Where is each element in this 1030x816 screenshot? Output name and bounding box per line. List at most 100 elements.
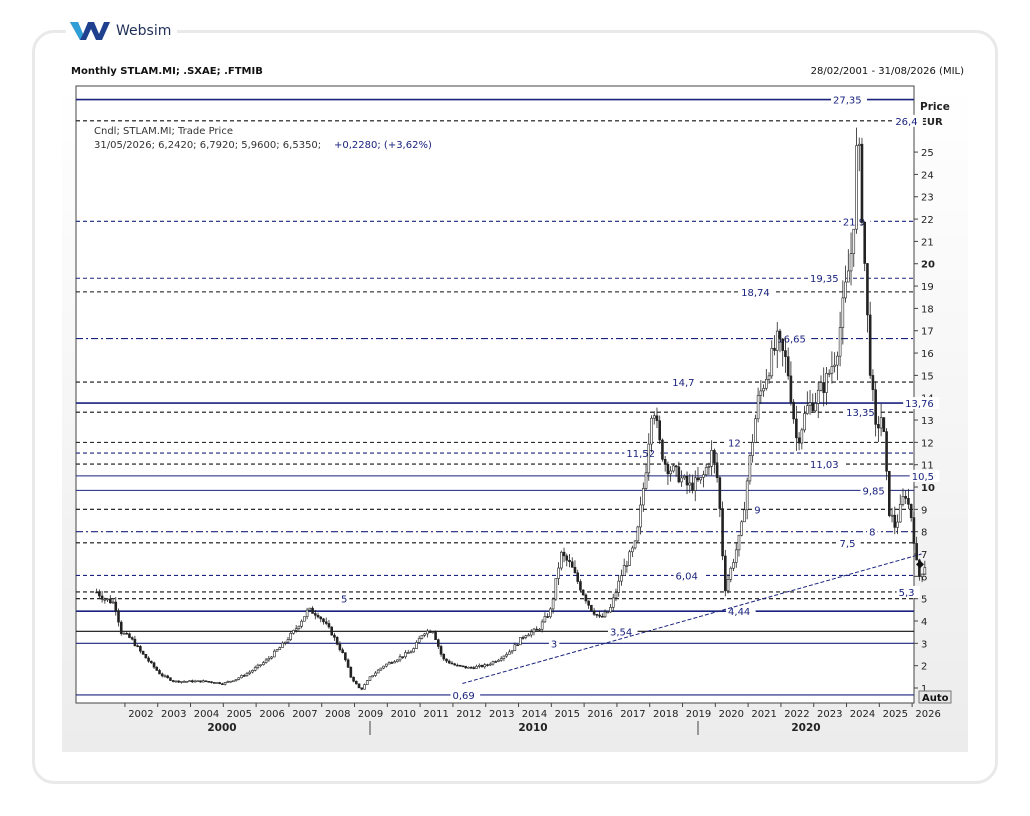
candle-body: [428, 630, 432, 633]
candle-body: [644, 472, 648, 489]
candle-body: [171, 680, 175, 682]
candle-body: [732, 562, 735, 569]
candle-body: [346, 659, 350, 668]
candle-body: [196, 680, 200, 683]
candle-body: [390, 662, 394, 664]
candle-body: [401, 656, 405, 658]
candle-body: [368, 676, 372, 681]
candle-body: [461, 665, 465, 668]
level-label: 3: [551, 639, 557, 650]
candle-body: [100, 595, 104, 600]
candle-body: [565, 555, 569, 561]
candle-body: [661, 439, 664, 460]
candle-body: [617, 580, 621, 593]
candle-body: [144, 653, 148, 659]
x-tick-label: 2020: [719, 709, 744, 720]
candle-body: [319, 616, 323, 620]
candle-body: [488, 663, 492, 666]
candle-body: [207, 681, 211, 683]
candle-body: [737, 534, 741, 551]
candle-body: [510, 650, 514, 653]
candle-body: [767, 375, 771, 380]
candle-body: [335, 637, 339, 645]
candle-body: [303, 616, 306, 622]
candle-body: [543, 616, 547, 623]
candle-body: [499, 658, 503, 661]
candle-body: [486, 664, 489, 666]
candle-body: [447, 660, 451, 664]
candle-body: [855, 145, 858, 230]
candle-body: [784, 350, 787, 358]
price-chart[interactable]: 1234567891011121314151617181920212223242…: [62, 82, 968, 752]
candle-body: [674, 465, 678, 468]
candle-body: [248, 671, 252, 674]
candle-body: [439, 646, 443, 655]
candle-body: [669, 470, 672, 475]
candle-body: [185, 681, 189, 683]
candle-body: [229, 680, 232, 683]
candle-body: [620, 575, 623, 582]
candle-body: [456, 664, 459, 667]
candle-body: [458, 664, 462, 667]
level-label: 0,69: [453, 691, 475, 702]
level-label: 10,5: [912, 472, 934, 483]
candle-body: [267, 657, 271, 661]
candle-body: [297, 625, 301, 629]
candle-body: [529, 631, 533, 636]
candle-body: [223, 682, 227, 685]
candle-body: [253, 667, 257, 671]
candle-body: [538, 628, 541, 631]
level-label: 27,35: [833, 96, 862, 107]
y-axis-unit: EUR: [920, 117, 943, 128]
candle-body: [655, 415, 659, 421]
candle-body: [557, 567, 560, 579]
candle-body: [314, 613, 317, 616]
y-tick-label: 22: [921, 215, 934, 226]
candle-body: [786, 356, 790, 377]
x-tick-label: 2012: [456, 709, 481, 720]
candle-body: [152, 662, 156, 668]
candle-body: [606, 611, 610, 614]
y-tick-label: 3: [921, 639, 927, 650]
candle-body: [163, 675, 167, 678]
level-label: 18,74: [741, 288, 770, 299]
candle-body: [652, 415, 656, 419]
level-label: 19,35: [810, 274, 839, 285]
candle-body: [278, 647, 282, 650]
candle-body: [568, 559, 571, 563]
level-label: 11,52: [626, 449, 655, 460]
websim-logo[interactable]: Websim: [66, 18, 178, 44]
candle-body: [311, 607, 314, 614]
candle-body: [409, 651, 413, 654]
candle-body: [693, 477, 697, 491]
level-label: 6,04: [676, 571, 698, 582]
level-label: 12: [728, 438, 741, 449]
candle-body: [406, 652, 410, 654]
candle-body: [650, 417, 653, 445]
candle-body: [521, 637, 525, 639]
candle-body: [775, 330, 779, 351]
candle-body: [576, 572, 580, 582]
candle-body: [128, 633, 131, 638]
candle-body: [513, 644, 517, 652]
y-tick-label: 20: [921, 260, 935, 271]
x-tick-label: 2018: [653, 709, 678, 720]
candle-body: [169, 677, 172, 681]
candle-body: [622, 565, 626, 576]
candle-body: [210, 681, 213, 683]
candle-body: [857, 143, 861, 146]
candle-body: [570, 561, 574, 568]
y-axis-title: Price: [920, 101, 950, 113]
candle-body: [718, 477, 722, 509]
candle-body: [324, 621, 328, 624]
candle-body: [221, 683, 224, 686]
candle-body: [827, 372, 831, 375]
x-decade-label: 2010: [518, 722, 547, 734]
candle-body: [713, 450, 716, 464]
candle-body: [445, 658, 448, 662]
candle-body: [754, 418, 757, 443]
y-tick-label: 16: [921, 349, 934, 360]
candle-body: [581, 589, 585, 596]
candle-body: [467, 666, 470, 669]
candle-body: [601, 615, 604, 618]
